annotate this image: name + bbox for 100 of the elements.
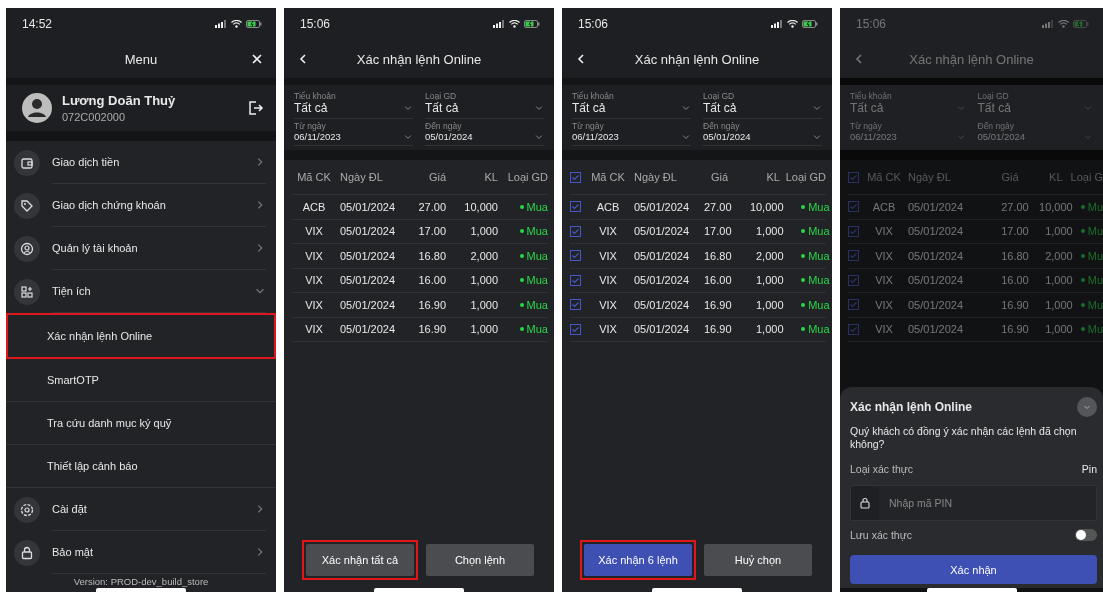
gear-icon — [19, 501, 35, 518]
checkbox[interactable] — [570, 171, 581, 183]
filter-dropdown[interactable]: Từ ngày 06/11/2023 — [572, 119, 691, 146]
checkbox[interactable] — [570, 299, 581, 311]
avatar-icon — [22, 93, 52, 123]
checkbox[interactable] — [570, 201, 581, 213]
filter-dropdown[interactable]: Đến ngày 05/01/2024 — [425, 119, 544, 146]
collapse-icon[interactable] — [1077, 396, 1097, 417]
table-cell: 16.90 — [704, 298, 732, 311]
table-cell-text: 16.90 — [1000, 298, 1029, 311]
table-cell-text: 16.80 — [1000, 249, 1029, 262]
table-cell-text: VIX — [874, 323, 894, 336]
dot-icon — [1080, 253, 1085, 258]
table-cell-text: 1,000 — [1044, 323, 1073, 336]
dot-icon — [801, 278, 806, 283]
table-cell: Mu — [1087, 323, 1103, 336]
table-cell-text: 1,000 — [1044, 225, 1073, 238]
lock-icon — [19, 544, 35, 561]
column-header: Giá — [1000, 171, 1019, 183]
column-header: Giá — [709, 171, 728, 183]
table-cell-text: 1,000 — [469, 225, 498, 238]
filter-dropdown[interactable]: Đến ngày 05/01/2024 — [977, 119, 1093, 146]
action-button[interactable]: Xác nhận 6 lệnh — [584, 544, 692, 576]
status-time: 15:06 — [300, 17, 331, 31]
filter-dropdown[interactable]: Từ ngày 06/11/2023 — [294, 119, 413, 146]
column-header: Loại G — [1069, 171, 1103, 183]
table-cell-text: ACB — [871, 200, 897, 213]
toggle-switch[interactable] — [1075, 529, 1097, 541]
table-cell-text: 05/01/2024 — [907, 298, 965, 311]
checkbox[interactable] — [570, 225, 581, 237]
screen-title: Menu — [124, 51, 158, 67]
action-button[interactable]: Chọn lệnh — [426, 544, 534, 576]
dot-icon — [519, 204, 524, 209]
dot-icon — [801, 204, 806, 209]
signal-icon — [493, 20, 505, 28]
dot-icon — [801, 327, 806, 332]
checkbox[interactable] — [570, 274, 581, 286]
submenu-item[interactable]: Thiết lập cảnh báo — [47, 460, 276, 472]
filter-dropdown[interactable]: Loại GD Tất cả — [977, 89, 1093, 119]
table-cell: Mua — [526, 249, 548, 262]
table-cell-text: 05/01/2024 — [339, 274, 397, 287]
table-cell-text: 05/01/2024 — [633, 249, 691, 262]
filter-dropdown[interactable]: Tiểu khoản Tất cả — [294, 89, 413, 119]
status-time: 15:06 — [578, 17, 609, 31]
column-header: Giá — [427, 171, 446, 183]
submenu-item[interactable]: Xác nhận lệnh Online — [47, 330, 271, 342]
filter-dropdown[interactable]: Loại GD Tất cả — [703, 89, 822, 119]
table-cell-text: VIX — [874, 225, 894, 238]
sheet-title: Xác nhận lệnh Online — [850, 399, 973, 414]
table-cell-text: 1,000 — [755, 225, 784, 238]
menu-item[interactable]: Giao dịch chứng khoán — [52, 199, 254, 211]
menu-item[interactable]: Giao dịch tiền — [52, 156, 254, 168]
filter-dropdown[interactable]: Tiểu khoản Tất cả — [850, 89, 966, 119]
table-cell-text: ACB — [595, 200, 621, 213]
close-icon[interactable] — [250, 52, 264, 66]
dot-icon — [519, 302, 524, 307]
menu-item[interactable]: Bảo mật — [52, 546, 254, 558]
table-cell-text: 1,000 — [469, 323, 498, 336]
submenu-item[interactable]: Tra cứu danh mục ký quỹ — [47, 417, 276, 429]
checkbox[interactable] — [570, 250, 581, 262]
table-cell: Mu — [1087, 200, 1103, 213]
table-cell: 16.90 — [704, 323, 732, 336]
table-cell-text: 16.80 — [417, 249, 446, 262]
column-header: Loại GD — [506, 171, 548, 183]
column-header: KL — [483, 171, 498, 183]
table-cell-text: VIX — [874, 274, 894, 287]
dot-icon — [1080, 327, 1085, 332]
version-text: Version: PROD-dev_build_store — [72, 575, 210, 587]
battery-icon — [246, 20, 262, 28]
column-header: Mã CK — [296, 171, 332, 183]
chevron-down-icon — [812, 103, 822, 113]
submenu-item[interactable]: SmartOTP — [47, 374, 276, 386]
checkbox[interactable] — [570, 323, 581, 335]
pin-field[interactable]: Nhập mã PIN — [850, 485, 1097, 521]
filter-dropdown[interactable]: Tiểu khoản Tất cả — [572, 89, 691, 119]
action-button[interactable]: Huỷ chọn — [704, 544, 812, 576]
dot-icon — [519, 253, 524, 258]
filter-dropdown[interactable]: Đến ngày 05/01/2024 — [703, 119, 822, 146]
menu-item[interactable]: Cài đặt — [52, 503, 254, 515]
action-button[interactable]: Xác nhận tất cả — [306, 544, 414, 576]
logout-icon[interactable] — [246, 99, 264, 117]
table-cell-text: 1,000 — [469, 298, 498, 311]
table-cell: Mua — [526, 274, 548, 287]
dot-icon — [1080, 302, 1085, 307]
status-time: 14:52 — [22, 17, 53, 31]
table-cell-text: 05/01/2024 — [633, 200, 691, 213]
table-cell-text: VIX — [304, 249, 324, 262]
column-header: Mã CK — [590, 171, 626, 183]
table-cell-text: 05/01/2024 — [633, 298, 691, 311]
confirm-button[interactable]: Xác nhận — [850, 555, 1097, 584]
lock-icon — [859, 497, 871, 509]
dot-icon — [519, 278, 524, 283]
user-circle-icon — [19, 240, 35, 257]
table-cell-text: 1,000 — [1044, 274, 1073, 287]
menu-item[interactable]: Quản lý tài khoản — [52, 242, 254, 254]
filter-dropdown[interactable]: Loại GD Tất cả — [425, 89, 544, 119]
dot-icon — [801, 302, 806, 307]
filter-dropdown[interactable]: Từ ngày 06/11/2023 — [850, 119, 966, 146]
menu-item[interactable]: Tiện ích — [52, 285, 254, 297]
table-cell-text: 05/01/2024 — [633, 323, 691, 336]
